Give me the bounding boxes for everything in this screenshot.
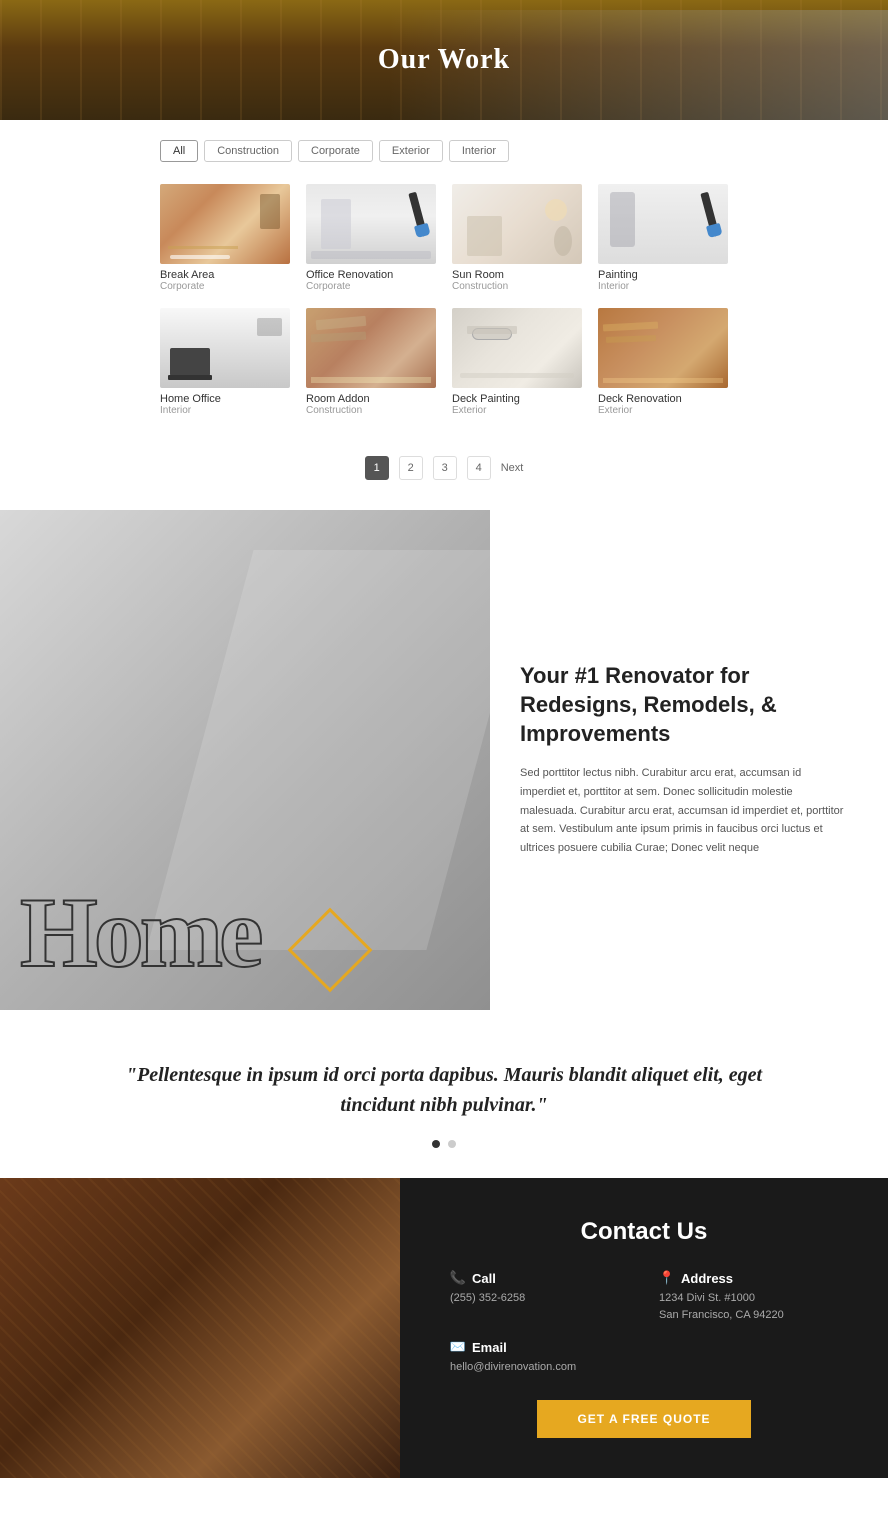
portfolio-title-deck-painting: Deck Painting	[452, 393, 582, 405]
brush-icon-painting	[700, 192, 719, 238]
contact-address: 📍 Address 1234 Divi St. #1000 San Franci…	[659, 1270, 838, 1323]
filter-section: All Construction Corporate Exterior Inte…	[0, 120, 888, 172]
portfolio-thumb-painting	[598, 184, 728, 264]
testimonial-dot-2[interactable]	[448, 1140, 456, 1148]
portfolio-cat-sun-room: Construction	[452, 281, 582, 292]
portfolio-title-sun-room: Sun Room	[452, 269, 582, 281]
page-1[interactable]: 1	[365, 456, 389, 480]
portfolio-cat-room-addon: Construction	[306, 405, 436, 416]
portfolio-item-deck-painting[interactable]: Deck Painting Exterior	[452, 308, 582, 416]
contact-image	[0, 1178, 400, 1478]
portfolio-thumb-break-area	[160, 184, 290, 264]
email-icon: ✉️	[450, 1339, 466, 1355]
home-bg-text: Home	[20, 875, 259, 990]
portfolio-title-room-addon: Room Addon	[306, 393, 436, 405]
portfolio-title-office-reno: Office Renovation	[306, 269, 436, 281]
contact-call-value: (255) 352-6258	[450, 1290, 629, 1307]
contact-address-header: 📍 Address	[659, 1270, 838, 1286]
portfolio-title-home-office: Home Office	[160, 393, 290, 405]
location-icon: 📍	[659, 1270, 675, 1286]
portfolio-item-home-office[interactable]: Home Office Interior	[160, 308, 290, 416]
contact-address-line1: 1234 Divi St. #1000	[659, 1290, 838, 1307]
portfolio-thumb-sun-room	[452, 184, 582, 264]
portfolio-cat-deck-reno: Exterior	[598, 405, 728, 416]
page-next[interactable]: Next	[501, 462, 524, 474]
contact-email-header: ✉️ Email	[450, 1339, 629, 1355]
portfolio-cat-deck-painting: Exterior	[452, 405, 582, 416]
portfolio-title-painting: Painting	[598, 269, 728, 281]
testimonial-dots	[120, 1140, 768, 1148]
contact-grid: 📞 Call (255) 352-6258 📍 Address 1234 Div…	[450, 1270, 838, 1376]
contact-address-line2: San Francisco, CA 94220	[659, 1307, 838, 1324]
renovator-image-area: Home	[0, 510, 490, 1010]
portfolio-item-break-area[interactable]: Break Area Corporate	[160, 184, 290, 292]
filter-interior[interactable]: Interior	[449, 140, 509, 162]
portfolio-title-break-area: Break Area	[160, 269, 290, 281]
portfolio-cat-office-reno: Corporate	[306, 281, 436, 292]
phone-icon: 📞	[450, 1270, 466, 1286]
cta-quote-button[interactable]: GET A FREE QUOTE	[537, 1400, 750, 1438]
portfolio-item-sun-room[interactable]: Sun Room Construction	[452, 184, 582, 292]
testimonial-dot-1[interactable]	[432, 1140, 440, 1148]
renovator-content: Your #1 Renovator for Redesigns, Remodel…	[490, 510, 888, 1010]
brush-icon-office	[408, 192, 427, 238]
contact-info: Contact Us 📞 Call (255) 352-6258 📍 Addre…	[400, 1178, 888, 1478]
portfolio-section: Break Area Corporate Office Renovation C…	[0, 172, 888, 436]
filter-exterior[interactable]: Exterior	[379, 140, 443, 162]
renovator-title: Your #1 Renovator for Redesigns, Remodel…	[520, 662, 848, 748]
contact-call-label: Call	[472, 1271, 496, 1286]
contact-call: 📞 Call (255) 352-6258	[450, 1270, 629, 1323]
portfolio-thumb-room-addon	[306, 308, 436, 388]
contact-title: Contact Us	[450, 1218, 838, 1246]
portfolio-cat-home-office: Interior	[160, 405, 290, 416]
page-3[interactable]: 3	[433, 456, 457, 480]
contact-email-label: Email	[472, 1340, 507, 1355]
contact-email: ✉️ Email hello@divirenovation.com	[450, 1339, 629, 1376]
portfolio-thumb-office-reno	[306, 184, 436, 264]
hero-header: Our Work	[0, 0, 888, 120]
portfolio-cat-break-area: Corporate	[160, 281, 290, 292]
filter-buttons: All Construction Corporate Exterior Inte…	[160, 140, 728, 162]
portfolio-thumb-deck-reno	[598, 308, 728, 388]
portfolio-cat-painting: Interior	[598, 281, 728, 292]
pagination: 1 2 3 4 Next	[0, 436, 888, 510]
filter-all[interactable]: All	[160, 140, 198, 162]
filter-corporate[interactable]: Corporate	[298, 140, 373, 162]
testimonial-section: "Pellentesque in ipsum id orci porta dap…	[0, 1010, 888, 1178]
portfolio-thumb-home-office	[160, 308, 290, 388]
portfolio-item-room-addon[interactable]: Room Addon Construction	[306, 308, 436, 416]
renovator-section: Home Your #1 Renovator for Redesigns, Re…	[0, 510, 888, 1010]
page-4[interactable]: 4	[467, 456, 491, 480]
page-2[interactable]: 2	[399, 456, 423, 480]
renovator-description: Sed porttitor lectus nibh. Curabitur arc…	[520, 764, 848, 857]
portfolio-grid: Break Area Corporate Office Renovation C…	[160, 184, 728, 416]
page-title: Our Work	[378, 44, 510, 76]
contact-call-header: 📞 Call	[450, 1270, 629, 1286]
portfolio-thumb-deck-painting	[452, 308, 582, 388]
contact-email-value: hello@divirenovation.com	[450, 1359, 629, 1376]
contact-address-label: Address	[681, 1271, 733, 1286]
portfolio-item-painting[interactable]: Painting Interior	[598, 184, 728, 292]
testimonial-quote: "Pellentesque in ipsum id orci porta dap…	[120, 1060, 768, 1120]
portfolio-item-office-reno[interactable]: Office Renovation Corporate	[306, 184, 436, 292]
filter-construction[interactable]: Construction	[204, 140, 292, 162]
portfolio-title-deck-reno: Deck Renovation	[598, 393, 728, 405]
contact-section: Contact Us 📞 Call (255) 352-6258 📍 Addre…	[0, 1178, 888, 1478]
portfolio-item-deck-reno[interactable]: Deck Renovation Exterior	[598, 308, 728, 416]
